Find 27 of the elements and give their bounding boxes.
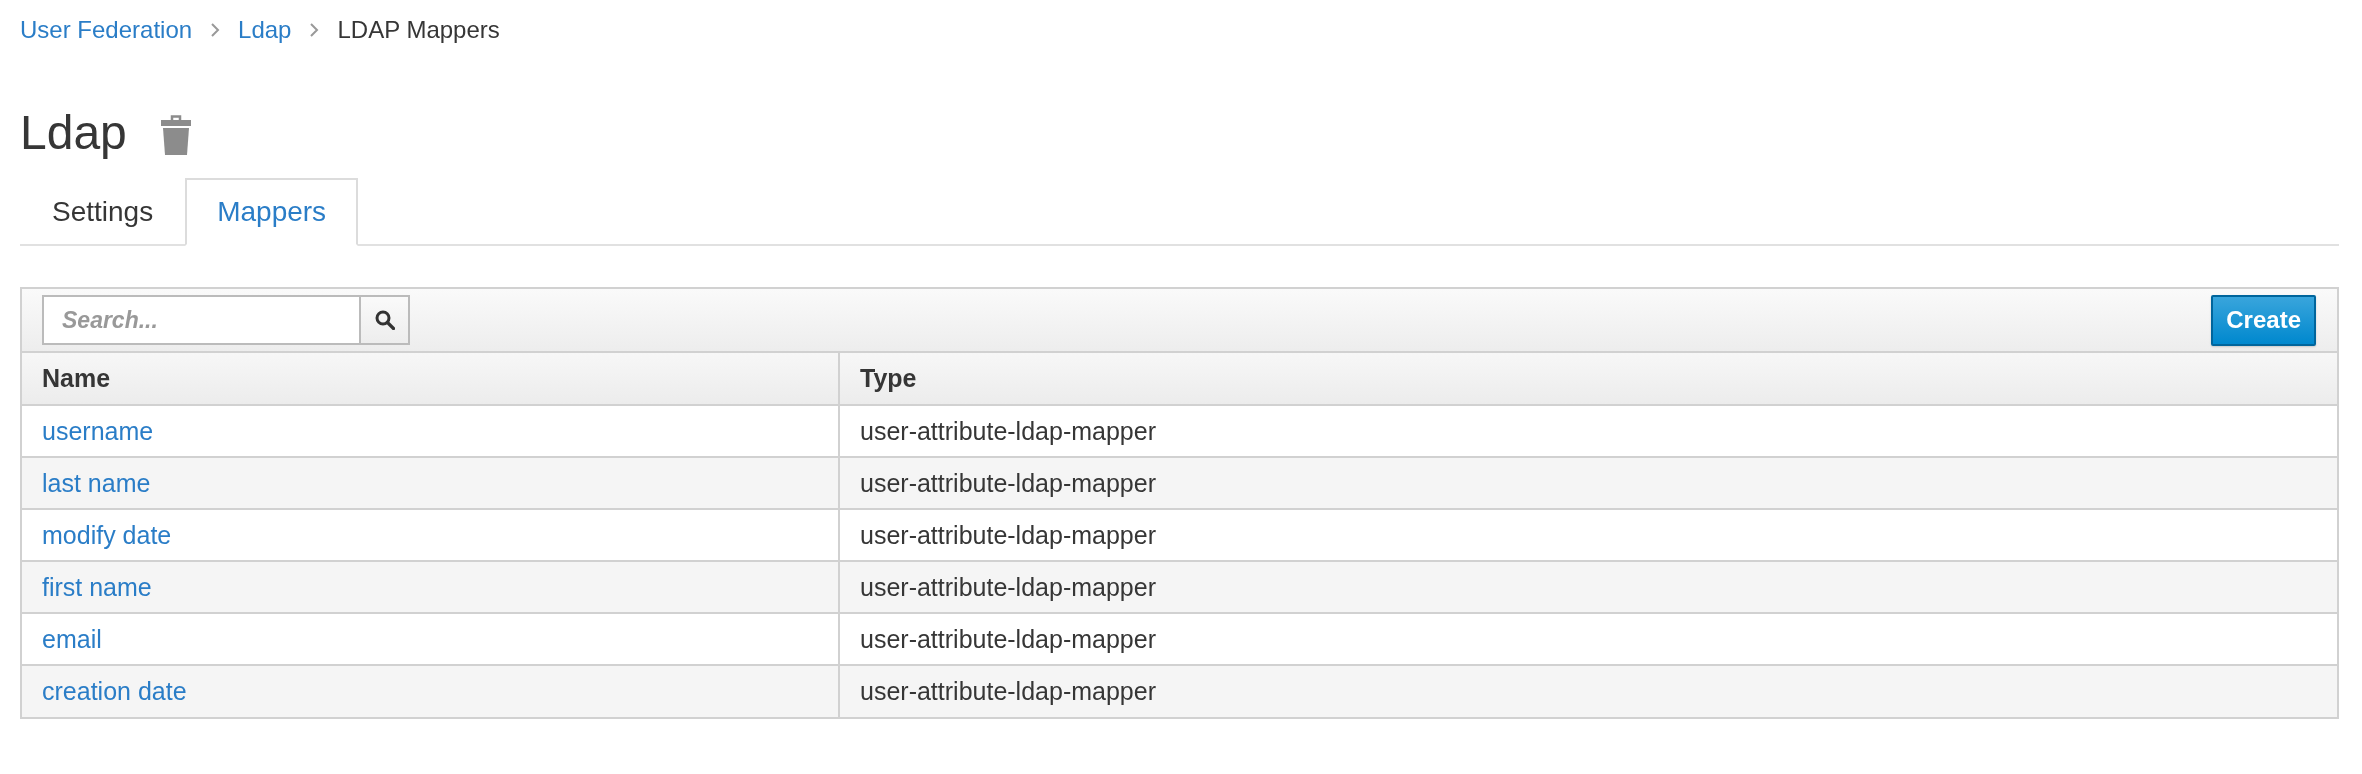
table-cell: user-attribute-ldap-mapper	[839, 665, 2337, 717]
tab[interactable]: Settings	[20, 178, 186, 246]
table-cell: user-attribute-ldap-mapper	[839, 457, 2337, 509]
mapper-link[interactable]: creation date	[42, 677, 187, 705]
column-header: Name	[22, 353, 839, 405]
search-icon	[374, 310, 395, 330]
table-cell: user-attribute-ldap-mapper	[839, 509, 2337, 561]
search-field[interactable]: Search...	[42, 295, 361, 345]
table-cell: user-attribute-ldap-mapper	[839, 405, 2337, 457]
create-button[interactable]: Create	[2211, 294, 2316, 346]
mapper-link[interactable]: last name	[42, 468, 151, 497]
breadcrumb-link[interactable]: Ldap	[238, 16, 292, 44]
page-title: Ldap	[20, 106, 127, 159]
mapper-link[interactable]: username	[42, 416, 154, 445]
chevron-right-icon	[309, 22, 320, 38]
tab[interactable]: Mappers	[185, 178, 359, 246]
table-cell: user-attribute-ldap-mapper	[839, 613, 2337, 665]
search-button[interactable]	[361, 295, 410, 345]
breadcrumb-current: LDAP Mappers	[337, 16, 500, 44]
table-cell: user-attribute-ldap-mapper	[839, 561, 2337, 613]
chevron-right-icon	[210, 22, 221, 38]
column-header: Type	[839, 353, 2337, 405]
breadcrumb-link[interactable]: User Federation	[20, 16, 193, 44]
trash-icon[interactable]	[160, 114, 191, 155]
mapper-link[interactable]: first name	[42, 572, 152, 601]
mapper-link[interactable]: email	[42, 624, 102, 653]
mapper-link[interactable]: modify date	[42, 520, 172, 549]
